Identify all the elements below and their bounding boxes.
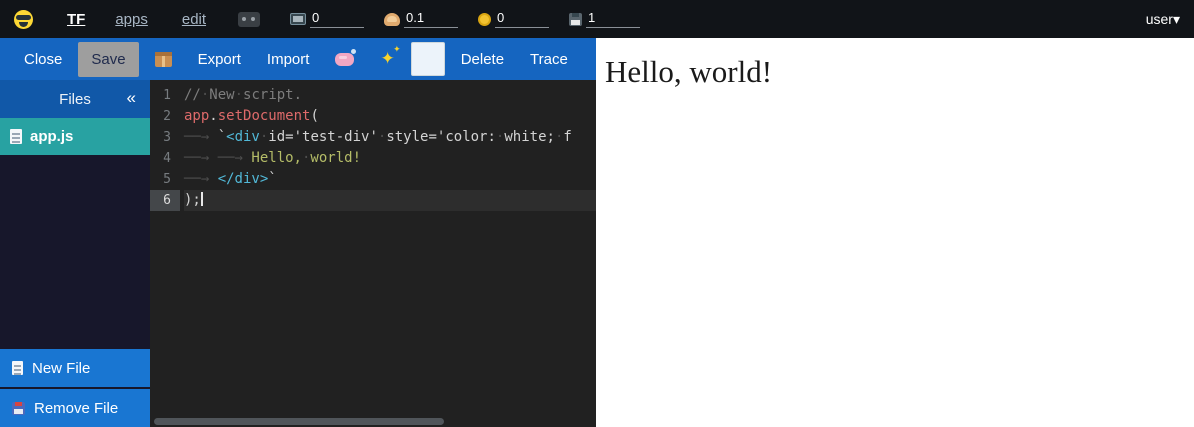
sparkles-button[interactable]: ✦	[370, 42, 404, 77]
delete-button[interactable]: Delete	[451, 42, 514, 77]
gutter-line-number: 1	[150, 85, 180, 106]
nav-link-apps[interactable]: apps	[115, 11, 148, 28]
token-punct: (	[310, 108, 318, 124]
soap-button[interactable]	[325, 44, 364, 75]
floppy-disk-icon	[569, 13, 582, 26]
gutter-line-number: 3	[150, 127, 180, 148]
trace-button[interactable]: Trace	[520, 42, 578, 77]
editor-toolbar: Close Save Export Import ✦ Delete Trace	[0, 38, 596, 80]
export-button[interactable]: Export	[188, 42, 251, 77]
gutter-line-number: 6	[150, 190, 180, 211]
code-line[interactable]: ──→`<div·id='test-div'·style='color:·whi…	[184, 127, 596, 148]
code-editor[interactable]: 123456 //·New·script.app.setDocument(──→…	[150, 80, 596, 427]
token-name: setDocument	[218, 108, 311, 124]
token-tab: ──→	[184, 169, 218, 190]
token-name: app	[184, 108, 209, 124]
file-sidebar: Files « app.js New File Remove File	[0, 80, 150, 427]
preview-pane: Hello, world!	[596, 38, 1194, 427]
text-cursor	[201, 192, 203, 206]
resource-stats	[290, 10, 640, 28]
rendered-hello-text: Hello, world!	[596, 38, 1194, 90]
file-name: app.js	[30, 128, 73, 145]
control-knobs-icon[interactable]	[238, 12, 260, 27]
user-menu[interactable]: user▾	[1146, 11, 1180, 28]
remove-file-button[interactable]: Remove File	[0, 389, 150, 427]
token-tag: <div	[226, 129, 260, 145]
bread-stat-input[interactable]	[404, 10, 458, 28]
stat-bread	[384, 10, 458, 28]
token-punct: `	[218, 129, 226, 145]
new-file-icon	[12, 361, 23, 375]
token-string: white;	[504, 129, 555, 145]
gutter-line-number: 4	[150, 148, 180, 169]
token-ws: ·	[235, 87, 243, 103]
monitor-stat-input[interactable]	[310, 10, 364, 28]
app-logo-icon[interactable]	[14, 10, 33, 29]
nav-link-edit[interactable]: edit	[182, 11, 206, 28]
token-comment: New	[209, 87, 234, 103]
gutter-line-number: 5	[150, 169, 180, 190]
coin-icon	[478, 13, 491, 26]
blank-button[interactable]	[411, 42, 445, 76]
token-text: Hello,	[251, 150, 302, 166]
save-button[interactable]: Save	[78, 42, 138, 77]
file-item-appjs[interactable]: app.js	[0, 118, 150, 155]
import-button[interactable]: Import	[257, 42, 320, 77]
package-icon	[155, 52, 172, 67]
files-header: Files «	[0, 80, 150, 118]
stat-floppy	[569, 10, 640, 28]
token-punct: );	[184, 192, 201, 208]
token-tab: ──→	[184, 148, 218, 169]
token-tab: ──→	[184, 127, 218, 148]
sparkles-icon: ✦	[380, 51, 394, 68]
editor-gutter: 123456	[150, 80, 180, 427]
files-header-label: Files	[59, 91, 91, 108]
stat-coin	[478, 10, 549, 28]
token-text: world!	[310, 150, 361, 166]
main-area: Close Save Export Import ✦ Delete Trace …	[0, 38, 1194, 427]
monitor-icon	[290, 13, 306, 25]
token-string: 'test-div'	[294, 129, 378, 145]
token-comment: //	[184, 87, 201, 103]
remove-file-floppy-icon	[12, 402, 25, 415]
token-punct: .	[209, 108, 217, 124]
close-button[interactable]: Close	[14, 42, 72, 77]
code-line[interactable]: ──→</div>`	[184, 169, 596, 190]
token-punct: `	[268, 171, 276, 187]
token-attr: id=	[268, 129, 293, 145]
topbar: TF apps edit user▾	[0, 0, 1194, 38]
new-file-button[interactable]: New File	[0, 349, 150, 387]
gutter-line-number: 2	[150, 106, 180, 127]
code-line[interactable]: app.setDocument(	[184, 106, 596, 127]
nav-link-tf[interactable]: TF	[67, 11, 85, 28]
stat-monitor	[290, 10, 364, 28]
code-line[interactable]: ──→──→Hello,·world!	[184, 148, 596, 169]
token-comment: script.	[243, 87, 302, 103]
editor-panel: Close Save Export Import ✦ Delete Trace …	[0, 38, 596, 427]
token-tab: ──→	[218, 148, 252, 169]
sidebar-actions: New File Remove File	[0, 349, 150, 427]
code-line[interactable]: );	[184, 190, 596, 211]
new-file-label: New File	[32, 360, 90, 377]
floppy-stat-input[interactable]	[586, 10, 640, 28]
token-string: f	[563, 129, 571, 145]
soap-icon	[335, 53, 354, 66]
editor-horizontal-scrollbar[interactable]	[154, 418, 444, 425]
token-tag: </div>	[218, 171, 269, 187]
token-attr: style=	[386, 129, 437, 145]
bread-icon	[384, 13, 400, 26]
remove-file-label: Remove File	[34, 400, 118, 417]
code-line[interactable]: //·New·script.	[184, 85, 596, 106]
token-string: 'color:	[437, 129, 496, 145]
editor-code[interactable]: //·New·script.app.setDocument(──→`<div·i…	[180, 80, 596, 427]
coin-stat-input[interactable]	[495, 10, 549, 28]
collapse-sidebar-button[interactable]: «	[127, 88, 136, 108]
package-button[interactable]	[145, 43, 182, 76]
file-icon	[10, 129, 22, 144]
